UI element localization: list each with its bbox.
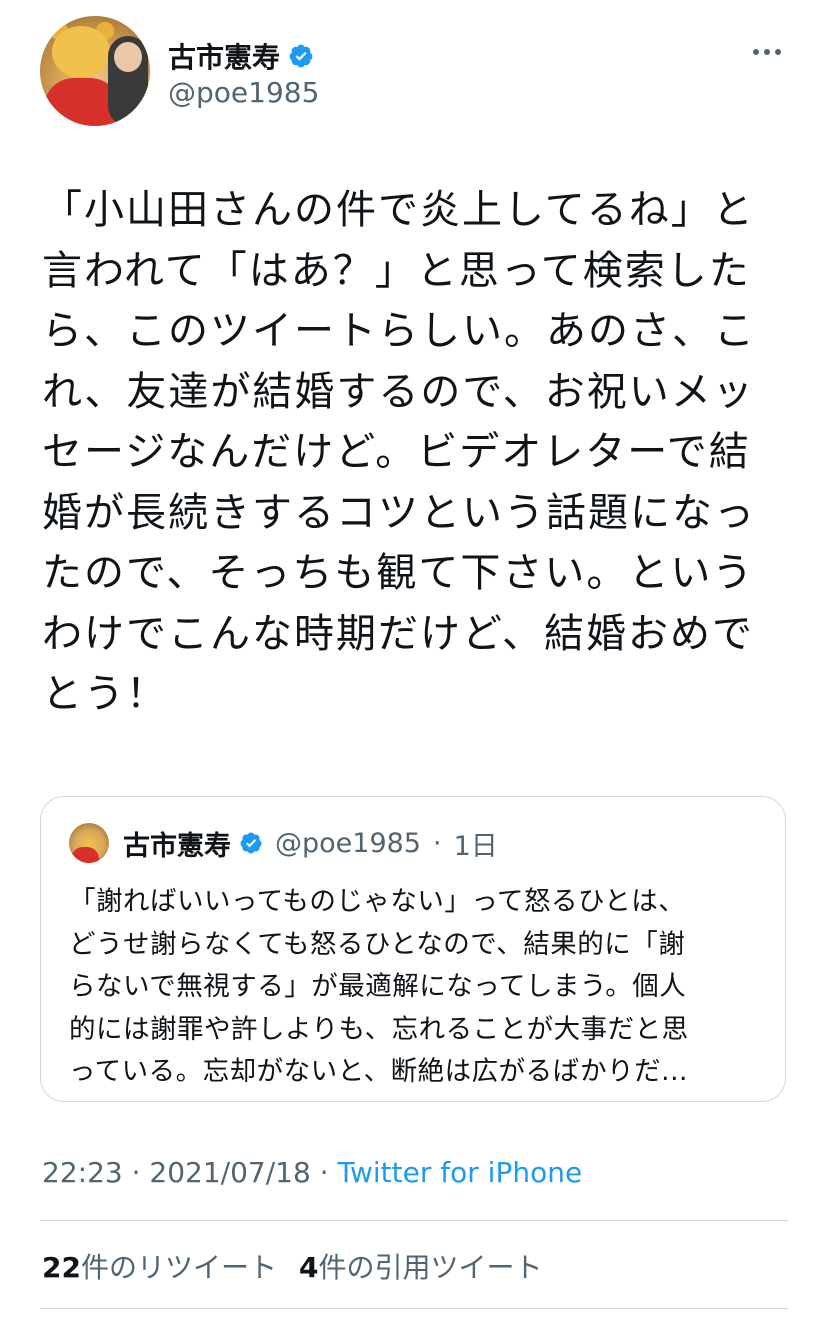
tweet-timestamp: 22:23 · 2021/07/18 · Twitter for iPhone (42, 1156, 582, 1189)
verified-badge-icon (289, 44, 313, 68)
tweet-time[interactable]: 22:23 (42, 1156, 123, 1189)
quotes-label: 件の引用ツイート (318, 1251, 543, 1284)
retweets-label: 件のリツイート (80, 1251, 277, 1284)
retweets-count: 22 (42, 1251, 81, 1284)
avatar-bear-head (52, 26, 110, 78)
avatar-person-face (114, 42, 142, 72)
quoted-tweet-card[interactable]: 古市憲寿 @poe1985 · 1日 「謝ればいいってものじゃない」って怒るひと… (40, 796, 786, 1102)
tweet-date[interactable]: 2021/07/18 (149, 1156, 310, 1189)
tweet-header: 古市憲寿 @poe1985 (40, 16, 790, 128)
divider (40, 1308, 788, 1309)
quoted-author-handle: @poe1985 (275, 827, 421, 859)
more-options-icon[interactable] (750, 42, 784, 62)
author-name-row[interactable]: 古市憲寿 (168, 36, 314, 76)
quotes-stat[interactable]: 4件の引用ツイート (299, 1246, 543, 1286)
tweet-stats: 22件のリツイート 4件の引用ツイート (42, 1246, 542, 1286)
author-display-name[interactable]: 古市憲寿 (168, 36, 280, 76)
tweet-text: 「小山田さんの件で炎上してるね」と 言われて「はあ？」と思って検索した ら、この… (42, 187, 756, 717)
quoted-tweet-age: 1日 (453, 830, 498, 862)
author-handle[interactable]: @poe1985 (168, 76, 319, 109)
quoted-tweet-text: 「謝ればいいってものじゃない」って怒るひとは、 どうせ謝らなくても怒るひとなので… (69, 886, 689, 1087)
meta-separator: · (131, 1156, 141, 1189)
avatar-bear-shirt (71, 847, 99, 863)
quoted-tweet-header: 古市憲寿 @poe1985 · 1日 (69, 823, 498, 863)
dot (753, 49, 759, 55)
quoted-author-avatar (69, 823, 109, 863)
dot (775, 49, 781, 55)
dot (764, 49, 770, 55)
meta-separator: · (432, 827, 442, 859)
retweets-stat[interactable]: 22件のリツイート (42, 1246, 277, 1286)
author-avatar[interactable] (40, 16, 150, 126)
quoted-author-name: 古市憲寿 (123, 830, 231, 862)
meta-separator: · (319, 1156, 329, 1189)
quotes-count: 4 (298, 1251, 319, 1284)
verified-badge-icon (240, 832, 262, 854)
tweet-source-link[interactable]: Twitter for iPhone (338, 1156, 583, 1189)
divider (40, 1220, 788, 1221)
